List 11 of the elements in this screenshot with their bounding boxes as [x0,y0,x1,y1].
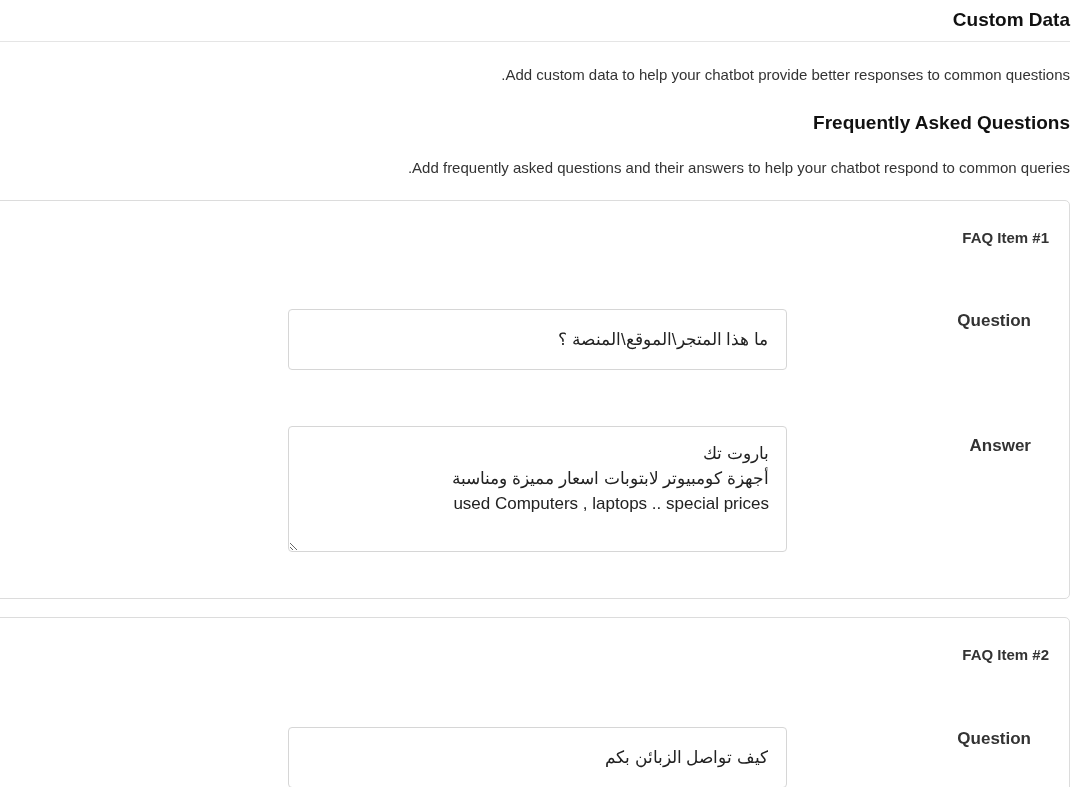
field-label: Question [957,310,1031,332]
field-label: Answer [969,435,1031,457]
question-field[interactable]: كيف تواصل الزبائن بكم [288,726,787,787]
intro-text: .Add custom data to help your chatbot provide better responses to common questions [500,65,1070,85]
faq-item-title: FAQ Item #1 [961,227,1049,248]
faq-item-title: FAQ Item #2 [961,645,1049,665]
section-title: Frequently Asked Questions [812,110,1070,135]
question-field[interactable]: ما هذا المتجر\الموقع\المنصة ؟ [288,309,787,370]
section-description: .Add frequently asked questions and their answers to help your chatbot respond to common queries [406,158,1070,178]
page-title: Custom Data [952,8,1070,33]
field-label: Question [957,727,1031,750]
